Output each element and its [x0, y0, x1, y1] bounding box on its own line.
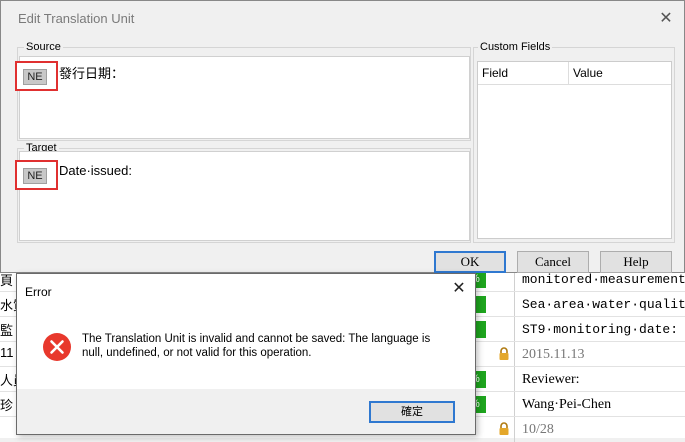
- source-cell-fragment: 人員: [0, 373, 16, 388]
- column-divider: [568, 62, 569, 84]
- source-cell-fragment: 11: [0, 345, 14, 360]
- column-header-field[interactable]: Field: [482, 66, 508, 80]
- close-icon[interactable]: ✕: [657, 10, 675, 28]
- help-button[interactable]: Help: [600, 251, 672, 273]
- error-footer: 確定: [17, 389, 475, 434]
- error-icon: [43, 333, 71, 361]
- custom-fields-header: Field Value: [478, 62, 671, 85]
- target-cell[interactable]: Reviewer:: [514, 367, 685, 392]
- target-text[interactable]: Date·issued:: [59, 163, 132, 178]
- error-dialog: Error ✕ The Translation Unit is invalid …: [16, 273, 476, 435]
- target-cell[interactable]: Wang·Pei-Chen: [514, 392, 685, 417]
- target-cell[interactable]: ST9·monitoring·date:: [514, 317, 685, 342]
- target-cell[interactable]: 10/28: [514, 417, 685, 442]
- dialog-title: Edit Translation Unit: [18, 11, 135, 26]
- error-ok-button[interactable]: 確定: [369, 401, 455, 423]
- target-cell[interactable]: 2015.11.13: [514, 342, 685, 367]
- source-tag-highlight: NE: [15, 61, 58, 91]
- source-text[interactable]: 發行日期：: [59, 63, 124, 82]
- source-cell-fragment: 珍: [0, 398, 14, 413]
- close-icon[interactable]: ✕: [450, 280, 468, 298]
- edit-translation-unit-dialog: Edit Translation Unit ✕ Source NE 發行日期： …: [0, 0, 685, 273]
- source-label: Source: [24, 41, 63, 53]
- ok-button[interactable]: OK: [434, 251, 506, 273]
- target-ne-tag[interactable]: NE: [23, 168, 47, 184]
- column-header-value[interactable]: Value: [573, 66, 603, 80]
- lock-icon: [499, 422, 509, 435]
- lock-icon: [499, 347, 509, 360]
- cancel-button[interactable]: Cancel: [517, 251, 589, 273]
- error-message: The Translation Unit is invalid and cann…: [82, 333, 431, 359]
- target-tag-highlight: NE: [15, 160, 58, 190]
- target-cell[interactable]: Sea·area·water·quality: [514, 292, 685, 317]
- source-ne-tag[interactable]: NE: [23, 69, 47, 85]
- custom-fields-table[interactable]: Field Value: [477, 61, 672, 239]
- error-title: Error: [25, 285, 52, 299]
- source-cell-fragment: 水質: [0, 298, 16, 313]
- custom-fields-label: Custom Fields: [478, 41, 553, 53]
- source-cell-fragment: 監: [0, 323, 14, 338]
